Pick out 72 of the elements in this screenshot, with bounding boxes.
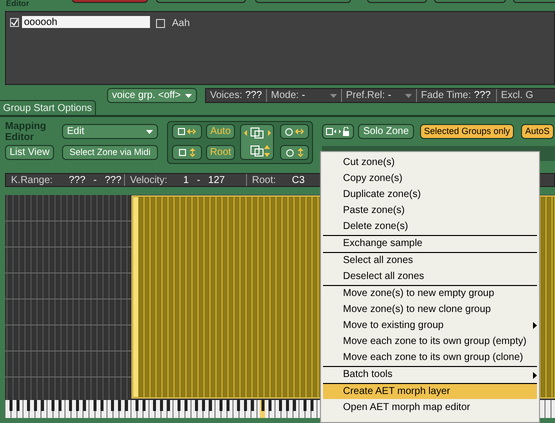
select-zone-via-midi-button[interactable]: Select Zone via Midi [62,145,158,160]
dropdown-arrow-icon [330,94,337,98]
menu-item[interactable]: Exchange sample [323,235,537,251]
menu-item[interactable]: Create AET morph layer [323,383,537,399]
overlap-squares-icon [244,127,271,139]
section-title: Mapping Editor [5,121,48,143]
menu-item[interactable]: Move each zone to its own group (clone) [323,349,537,365]
menu-item[interactable]: Paste zone(s) [323,202,537,218]
horizontal-arrows-icon [295,128,304,135]
status-field[interactable]: Excl. G [496,89,555,102]
status-field[interactable]: Pref.Rel: - [341,89,416,102]
field-value: - [196,174,200,188]
submenu-arrow-icon [533,322,537,329]
dropdown-arrow-icon [405,94,412,98]
field-label: Pref.Rel: [346,89,385,103]
checkbox[interactable] [10,18,19,26]
field-label: K.Range: [11,174,53,188]
dropdown-arrow-icon [146,130,153,134]
field-label: Excl. G [501,89,534,103]
submenu-arrow-icon [533,372,537,379]
toggle-button[interactable]: AutoS [521,124,554,139]
field-label: Mode: [271,89,299,103]
group-name: Aah [172,17,190,31]
vertical-arrows-icon [296,148,304,157]
face-horizontal-button[interactable] [280,124,309,139]
lock-resize-button[interactable] [322,124,354,139]
menu-item[interactable]: Select all zones [323,252,537,268]
list-view-button[interactable]: List View [5,145,54,160]
dropdown-arrow-icon [185,94,192,98]
status-field[interactable]: Mode: - [266,89,341,102]
menu-item[interactable]: Cut zone(s) [323,154,537,170]
field-value: ??? [104,174,122,188]
menu-item[interactable]: Move zone(s) to new empty group [323,285,537,301]
field-value: - [302,89,306,103]
menu-item[interactable]: Duplicate zone(s) [323,186,537,202]
field-value: ??? [245,89,262,103]
voice-group-dropdown[interactable]: voice grp. <off> [107,88,197,103]
face-vertical-button[interactable] [280,145,309,160]
panel-title: Editor [6,0,30,8]
field-label: Velocity: [130,174,168,188]
field-value: C3 [292,174,305,188]
mode-dropdown[interactable]: Edit [62,124,158,139]
checkbox[interactable] [156,19,165,28]
menu-item[interactable]: Deselect all zones [323,268,537,284]
vertical-arrows-icon [188,148,196,157]
field-label: Fade Time: [421,89,472,103]
menu-item[interactable]: Delete zone(s) [323,218,537,234]
horizontal-resize-button[interactable] [172,124,202,139]
field-value: ??? [68,174,86,188]
horizontal-arrows-icon [187,128,196,135]
name-field[interactable]: oooooh [22,16,150,28]
field-value: 127 [208,174,225,188]
field-label: Root: [252,174,276,188]
field-value: ??? [474,89,491,103]
field-value: - [388,89,392,103]
menu-item[interactable]: Move to existing group [323,317,537,333]
status-field[interactable]: Voices: ??? [206,89,266,102]
status-field[interactable]: Fade Time: ??? [416,89,496,102]
toggle-button[interactable]: Selected Groups only [420,124,514,139]
vertical-resize-button[interactable] [172,145,202,160]
menu-item[interactable]: Move each zone to its own group (empty) [323,333,537,349]
menu-item[interactable]: Batch tools [323,366,537,382]
tab[interactable]: Group Start Options [0,100,96,115]
overlap-squares-icon [250,145,270,157]
menu-item[interactable]: Copy zone(s) [323,170,537,186]
zone-move-button[interactable] [240,124,274,160]
field-value: - [93,174,97,188]
menu-item[interactable]: Move zone(s) to new clone group [323,301,537,317]
field-value: 1 [183,174,189,188]
lock-icon [334,127,350,136]
field-label: Voices: [210,89,242,103]
solo-zone-button[interactable]: Solo Zone [358,124,414,139]
